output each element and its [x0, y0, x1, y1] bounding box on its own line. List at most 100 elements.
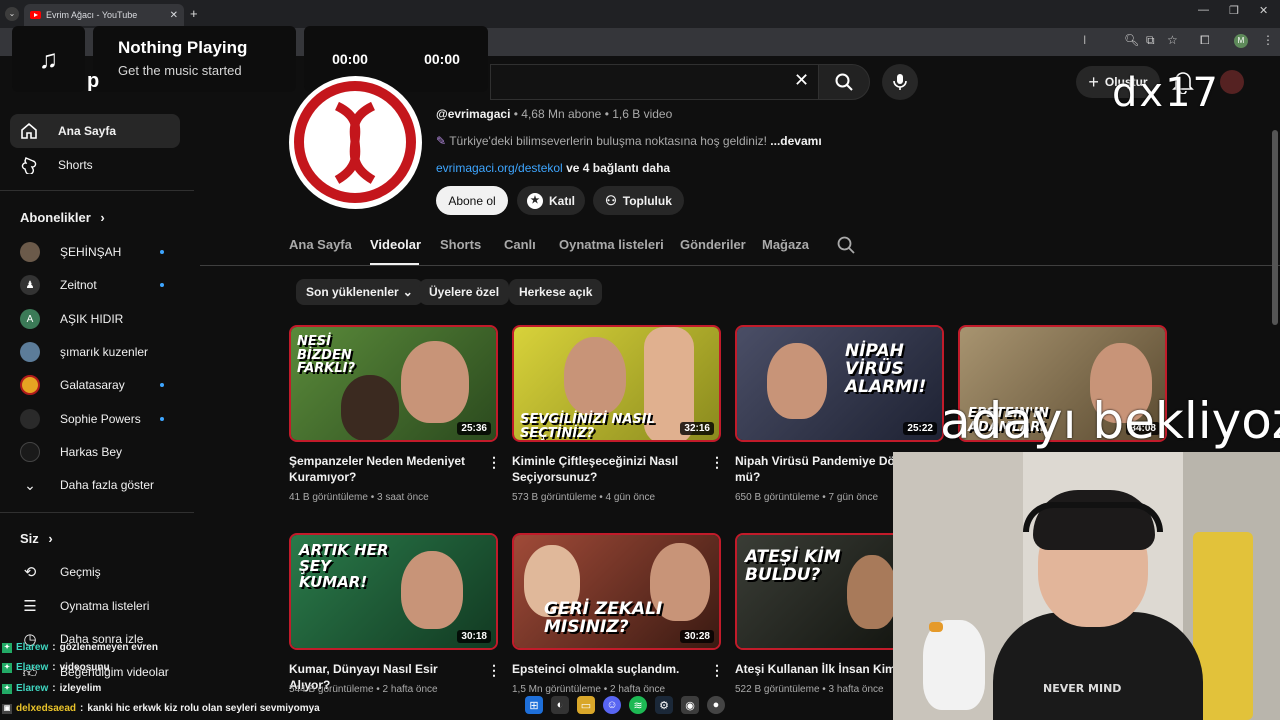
sidebar-item-label: Sophie Powers [60, 412, 141, 426]
community-button[interactable]: ⚇ Topluluk [593, 186, 684, 215]
extensions-icon[interactable]: ⧠ [1200, 33, 1210, 48]
sort-chip-latest[interactable]: Son yüklenenler ⌄ [296, 279, 423, 305]
bookmark-star-icon[interactable]: ☆ [1167, 33, 1178, 47]
chat-badge-icon: ✦ [2, 662, 12, 673]
channel-search-button[interactable] [836, 235, 856, 260]
video-thumbnail[interactable]: NİPAH VİRÜS ALARMI! 25:22 [735, 325, 944, 442]
steam-icon[interactable]: ⚙ [655, 696, 673, 714]
video-title[interactable]: Epsteinci olmakla suçlandım. [512, 661, 702, 677]
sidebar-sub-sehinsah[interactable]: ŞEHİNŞAH [10, 238, 180, 266]
channel-links-more[interactable]: ve 4 bağlantı daha [563, 161, 670, 175]
subscribe-button[interactable]: Abone ol [436, 186, 508, 215]
voice-search-button[interactable] [882, 64, 918, 100]
filter-chip-public[interactable]: Herkese açık [509, 279, 603, 305]
sidebar-item-home[interactable]: Ana Sayfa [10, 114, 180, 148]
video-thumbnail[interactable]: ARTIK HER ŞEY KUMAR! 30:18 [289, 533, 498, 650]
video-thumbnail[interactable]: ATEŞİ KİM BULDU? [735, 533, 893, 650]
spotify-icon[interactable]: ≋ [629, 696, 647, 714]
tab-home[interactable]: Ana Sayfa [289, 237, 352, 252]
sidebar-item-shorts[interactable]: Shorts [10, 148, 180, 182]
music-title: Nothing Playing [118, 38, 248, 57]
sidebar-item-label: Shorts [58, 158, 93, 172]
zoom-icon[interactable]: 🔍︎ [1124, 33, 1139, 47]
history-icon: ⟲ [23, 564, 37, 581]
search-button[interactable] [818, 64, 870, 100]
you-heading[interactable]: Siz › [20, 531, 53, 546]
tab-store[interactable]: Mağaza [762, 237, 809, 252]
microphone-icon [893, 74, 907, 90]
windows-start-icon[interactable]: ⊞ [525, 696, 543, 714]
account-avatar[interactable] [1220, 70, 1244, 94]
sidebar-sub-asik-hidir[interactable]: A AŞIK HIDIR [10, 305, 180, 333]
discord-icon[interactable]: ☺ [603, 696, 621, 714]
sidebar-item-label: Oynatma listeleri [60, 599, 150, 613]
channel-stats: @evrimagaci • 4,68 Mn abone • 1,6 B vide… [436, 107, 672, 121]
tab-posts[interactable]: Gönderiler [680, 237, 746, 252]
subscriptions-title: Abonelikler [20, 210, 91, 225]
video-thumbnail[interactable]: NESİ BİZDEN FARKLI? 25:36 [289, 325, 498, 442]
video-title[interactable]: Ateşi Kullanan İlk İnsan Kimdi? [735, 661, 893, 677]
edge-icon[interactable]: ◐ [551, 696, 569, 714]
thumbnail-text: ARTIK HER ŞEY KUMAR! [299, 541, 389, 591]
chrome-icon[interactable]: ◉ [681, 696, 699, 714]
tabs-divider [200, 265, 1280, 266]
youtube-favicon-icon [30, 11, 41, 19]
subscriptions-heading[interactable]: Abonelikler › [20, 210, 105, 225]
tab-close-icon[interactable]: ✕ [170, 10, 178, 21]
browser-menu-icon[interactable]: ⋮ [1262, 33, 1274, 47]
filter-chip-members[interactable]: Üyelere özel [419, 279, 510, 305]
sidebar-item-label: Galatasaray [60, 378, 125, 392]
sidebar-item-playlists[interactable]: ☰ Oynatma listeleri [10, 592, 180, 620]
video-thumbnail[interactable]: SEVGİLİNİZİ NASIL SEÇTİNİZ? 32:16 [512, 325, 721, 442]
tab-playlists[interactable]: Oynatma listeleri [559, 237, 664, 252]
sidebar-item-label: Harkas Bey [60, 445, 123, 459]
maximize-icon[interactable]: ❐ [1229, 4, 1239, 17]
close-window-icon[interactable]: ✕ [1259, 4, 1268, 17]
channel-subs: • 4,68 Mn abone • 1,6 B video [510, 107, 673, 121]
video-menu-icon[interactable]: ⋮ [710, 662, 724, 679]
sidebar-sub-sophie-powers[interactable]: Sophie Powers [10, 405, 180, 433]
cast-icon[interactable]: ⧉ [1146, 33, 1155, 48]
tab-videos[interactable]: Videolar [370, 237, 421, 252]
tab-shorts[interactable]: Shorts [440, 237, 481, 252]
channel-description[interactable]: ✎ Türkiye'deki bilimseverlerin buluşma n… [436, 134, 822, 148]
chat-badge-icon: ✦ [2, 642, 12, 653]
channel-link[interactable]: evrimagaci.org/destekol [436, 161, 563, 175]
thumbnail-text: NESİ BİZDEN FARKLI? [297, 334, 356, 377]
channel-avatar [20, 409, 40, 429]
browser-tab[interactable]: Evrim Ağacı - YouTube ✕ [24, 4, 184, 26]
new-tab-button[interactable]: + [190, 6, 198, 21]
sidebar-item-history[interactable]: ⟲ Geçmiş [10, 558, 180, 586]
video-title[interactable]: Kiminle Çiftleşeceğinizi Nasıl Seçiyorsu… [512, 453, 702, 485]
browser-profile-avatar[interactable]: M [1234, 34, 1248, 48]
video-menu-icon[interactable]: ⋮ [710, 454, 724, 471]
music-note-icon: ♫ [12, 26, 85, 92]
scrollbar-thumb[interactable] [1272, 130, 1278, 325]
search-icon [835, 73, 853, 91]
active-tab-indicator [370, 263, 419, 265]
channel-avatar-large[interactable] [289, 76, 422, 209]
video-menu-icon[interactable]: ⋮ [487, 662, 501, 679]
video-title[interactable]: Şempanzeler Neden Medeniyet Kuramıyor? [289, 453, 479, 485]
chat-badge-icon: ✦ [2, 683, 12, 694]
file-explorer-icon[interactable]: ▭ [577, 696, 595, 714]
search-clear-icon[interactable]: ✕ [794, 70, 809, 91]
minimize-icon[interactable]: — [1198, 4, 1209, 16]
chat-username: Elarew [16, 642, 49, 653]
video-menu-icon[interactable]: ⋮ [487, 454, 501, 471]
sidebar-show-more[interactable]: ⌄ Daha fazla göster [10, 471, 180, 499]
search-input[interactable] [490, 64, 818, 100]
tab-live[interactable]: Canlı [504, 237, 536, 252]
channel-avatar: A [20, 309, 40, 329]
join-button[interactable]: ★ Katıl [517, 186, 585, 215]
obs-icon[interactable]: ● [707, 696, 725, 714]
sidebar-sub-simarik-kuzenler[interactable]: şımarık kuzenler [10, 338, 180, 366]
chat-username: delxedsaead [16, 703, 77, 714]
sidebar-sub-harkas-bey[interactable]: Harkas Bey [10, 438, 180, 466]
sidebar-sub-zeitnot[interactable]: ♟ Zeitnot [10, 271, 180, 299]
more-link[interactable]: ...devamı [767, 134, 821, 148]
plus-icon: + [1088, 71, 1099, 92]
sidebar-sub-galatasaray[interactable]: Galatasaray [10, 371, 180, 399]
video-thumbnail[interactable]: GERİ ZEKALI MISINIZ? 30:28 [512, 533, 721, 650]
tab-search-button[interactable]: ⌄ [5, 7, 19, 21]
